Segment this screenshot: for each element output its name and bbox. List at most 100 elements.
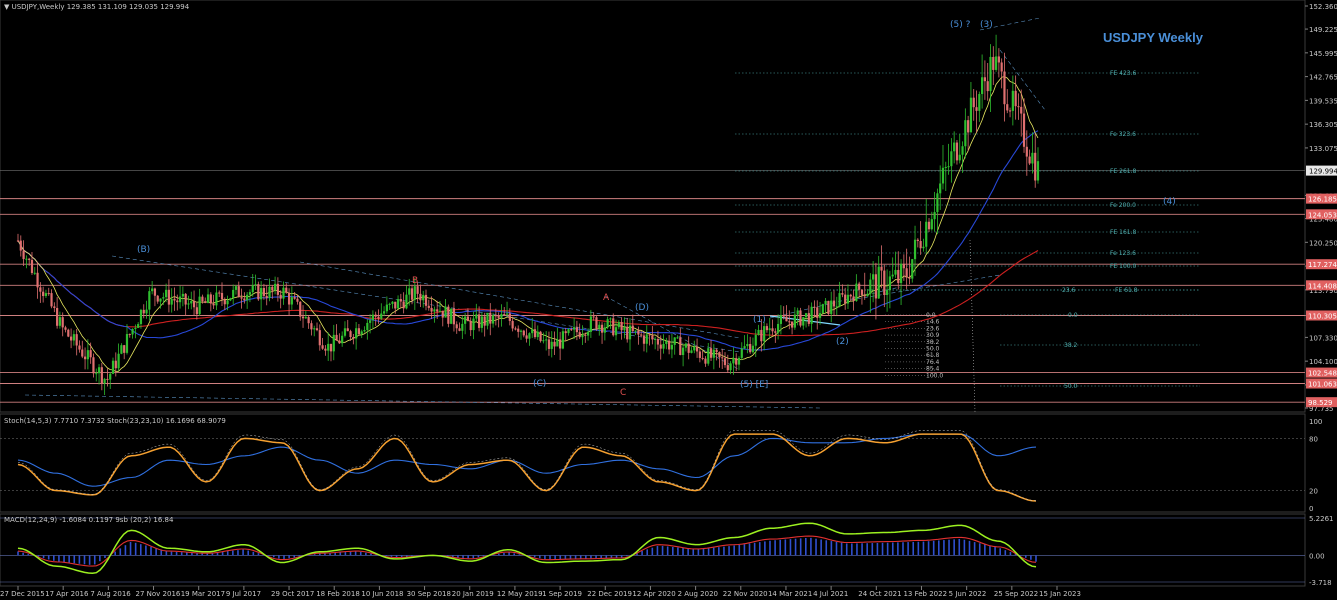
candle-body [120,345,123,354]
candle-body [486,312,489,326]
candle-body [192,300,196,308]
candle-body [327,343,330,351]
candle-body [419,293,422,301]
candle-body [61,317,64,328]
candle-body [204,301,207,303]
candle-body [410,288,414,300]
candle-body [480,316,483,328]
fib-label: 50.0 [1064,383,1078,390]
candle-body [16,240,20,242]
candle-body [796,310,799,315]
candle-body [573,327,576,330]
candle-body [681,347,685,356]
candle-body [614,327,618,336]
candle-body [69,336,73,341]
candle-body [56,307,59,326]
candle-body [533,329,537,338]
candle-body [422,294,425,301]
wave-label: (1) [753,315,766,325]
time-tick-label: 12 May 2019 [497,590,543,598]
candle-body [240,297,243,299]
candle-body [329,343,333,352]
time-axis: 27 Dec 2015 17 Apr 2016 7 Aug 2016 27 Nov 2… [0,586,1081,598]
candle-body [852,296,855,302]
candle-body [134,327,137,329]
candle-body [950,151,953,167]
candle-body [642,335,646,344]
fibonacci-lines: FE 423.6 Fe 323.6 FE 261.8 Fe 200.0 FE 161.8… [735,70,1200,390]
price-tick-label: 152.360 [1309,3,1337,11]
candles [16,34,1040,396]
candle-body [355,328,358,339]
candle-body [360,331,363,335]
candle-body [399,299,402,302]
candle-body [813,306,816,308]
candle-body [790,321,794,328]
candle-body [561,331,565,349]
macd-tick-label: 5.2261 [1309,515,1334,523]
candle-body [676,337,679,339]
candle-body [391,301,394,304]
candle-body [634,330,637,332]
candle-body [567,329,570,334]
candle-body [405,294,408,309]
candle-body [981,77,984,95]
price-tick-label: 142.765 [1309,74,1337,82]
candle-body [385,304,388,312]
candle-body [357,328,361,335]
fib-label: Fe 323.6 [1110,131,1136,138]
candle-body [455,324,458,329]
candle-body [299,301,302,317]
candle-body [441,310,444,318]
candle-body [475,314,478,319]
level-price-label: 117.274 [1308,261,1337,269]
candle-body [1000,62,1003,72]
candle-body [1025,146,1028,157]
candle-body [735,358,738,365]
candle-body [782,315,785,317]
candle-body [318,330,321,346]
candle-body [777,323,780,333]
candle-body [746,344,749,347]
candle-body [237,286,240,298]
candle-body [301,316,305,319]
candle-body [313,328,316,330]
wave-label: (C) [533,379,546,389]
candle-body [545,339,548,341]
candle-body [897,269,900,284]
candle-body [522,330,525,336]
candle-body [377,316,380,319]
candle-body [125,334,129,353]
stoch-label: Stoch(14,5,3) 7.7710 7.3732 Stoch(23,23,… [4,417,226,425]
candle-body [874,274,878,299]
ma-yellow-line [17,76,1039,373]
candle-body [268,286,271,298]
usdjpy-weekly-chart[interactable]: FE 423.6 Fe 323.6 FE 261.8 Fe 200.0 FE 161.8… [0,0,1337,600]
candle-body [67,329,70,337]
price-tick-label: 136.305 [1309,121,1337,129]
candle-body [598,324,601,329]
candle-body [707,348,710,364]
price-tick-label: 104.100 [1309,358,1337,366]
candle-body [287,292,291,305]
level-price-label: 110.305 [1308,312,1337,320]
candle-body [335,334,338,341]
candle-body [128,334,131,336]
stoch-panel [0,413,1306,513]
candle-body [550,341,553,349]
candle-body [712,349,715,358]
candle-body [751,345,755,353]
candle-body [704,358,707,364]
chart-title: USDJPY Weekly [1103,30,1204,45]
time-tick-label: 2 Aug 2020 [678,590,718,598]
fib-label: FE 161.8 [1110,229,1137,236]
candle-body [89,350,92,358]
candle-body [698,351,701,358]
candle-body [925,221,928,247]
candle-body [975,107,978,111]
candle-body [967,120,970,133]
candle-body [883,270,886,296]
candle-body [109,373,112,380]
wave-label: (2) [836,337,849,347]
candle-body [785,316,788,322]
